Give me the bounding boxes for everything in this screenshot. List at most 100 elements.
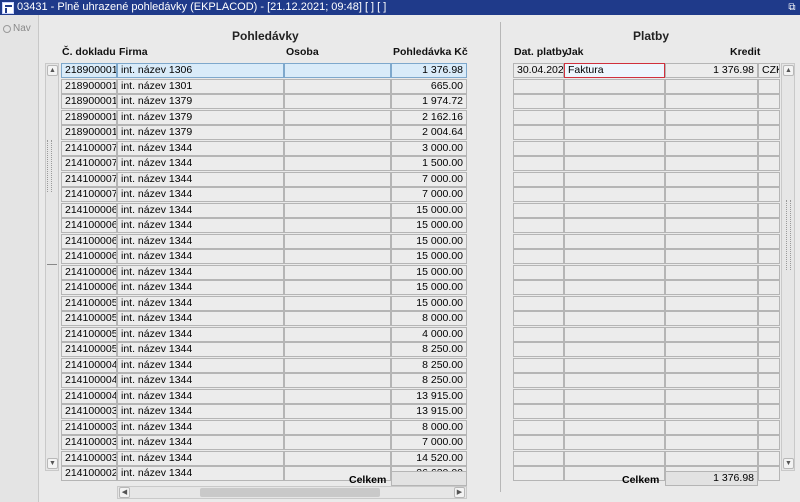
col-header-amount[interactable]: Pohledávka Kč xyxy=(393,46,468,58)
scroll-thumb[interactable] xyxy=(47,264,57,265)
amount-cell[interactable]: 3 000.00 xyxy=(391,140,467,156)
payment-method-cell[interactable] xyxy=(564,404,665,419)
currency-cell[interactable] xyxy=(758,187,780,202)
currency-cell[interactable]: CZK xyxy=(758,63,780,78)
doc-cell[interactable]: 2141000053 xyxy=(61,342,117,357)
credit-cell[interactable] xyxy=(665,404,758,419)
payment-method-cell[interactable] xyxy=(564,311,665,326)
payment-date-cell[interactable] xyxy=(513,388,564,404)
doc-cell[interactable]: 2189000012 xyxy=(61,109,117,125)
person-cell[interactable] xyxy=(284,202,391,218)
amount-cell[interactable]: 8 000.00 xyxy=(391,311,467,326)
currency-cell[interactable] xyxy=(758,171,780,187)
doc-cell[interactable]: 2141000028 xyxy=(61,466,117,481)
person-cell[interactable] xyxy=(284,264,391,280)
credit-cell[interactable] xyxy=(665,109,758,125)
person-cell[interactable] xyxy=(284,63,391,78)
payment-method-cell[interactable] xyxy=(564,156,665,171)
firm-cell[interactable]: int. název 1344 xyxy=(117,373,284,388)
col-header-date[interactable]: Dat. platby xyxy=(514,46,568,58)
person-cell[interactable] xyxy=(284,156,391,171)
doc-cell[interactable]: 2141000060 xyxy=(61,280,117,295)
payment-date-cell[interactable] xyxy=(513,264,564,280)
person-cell[interactable] xyxy=(284,249,391,264)
splitter-grip-icon[interactable] xyxy=(786,200,791,270)
amount-cell[interactable]: 2 162.16 xyxy=(391,109,467,125)
currency-cell[interactable] xyxy=(758,326,780,342)
firm-cell[interactable]: int. název 1379 xyxy=(117,125,284,140)
credit-cell[interactable] xyxy=(665,249,758,264)
doc-cell[interactable]: 2141000078 xyxy=(61,140,117,156)
credit-cell[interactable] xyxy=(665,388,758,404)
person-cell[interactable] xyxy=(284,326,391,342)
credit-cell[interactable] xyxy=(665,357,758,373)
payment-date-cell[interactable] xyxy=(513,125,564,140)
currency-cell[interactable] xyxy=(758,280,780,295)
payment-method-cell[interactable] xyxy=(564,326,665,342)
amount-cell[interactable]: 14 520.00 xyxy=(391,450,467,466)
person-cell[interactable] xyxy=(284,373,391,388)
doc-cell[interactable]: 2189000019 xyxy=(61,63,117,78)
payment-method-cell[interactable] xyxy=(564,78,665,94)
amount-cell[interactable]: 2 004.64 xyxy=(391,125,467,140)
doc-cell[interactable]: 2141000061 xyxy=(61,264,117,280)
doc-cell[interactable]: 2141000033 xyxy=(61,435,117,450)
scroll-left-icon[interactable]: ◀ xyxy=(119,487,130,498)
amount-cell[interactable]: 4 000.00 xyxy=(391,326,467,342)
amount-cell[interactable]: 15 000.00 xyxy=(391,202,467,218)
amount-cell[interactable]: 15 000.00 xyxy=(391,233,467,249)
amount-cell[interactable]: 13 915.00 xyxy=(391,404,467,419)
doc-cell[interactable]: 2141000062 xyxy=(61,249,117,264)
payment-method-cell[interactable] xyxy=(564,171,665,187)
doc-cell[interactable]: 2141000036 xyxy=(61,404,117,419)
firm-cell[interactable]: int. název 1344 xyxy=(117,435,284,450)
col-header-credit[interactable]: Kredit xyxy=(730,46,760,58)
credit-cell[interactable] xyxy=(665,94,758,109)
payment-method-cell[interactable] xyxy=(564,419,665,435)
doc-cell[interactable]: 2141000055 xyxy=(61,311,117,326)
firm-cell[interactable]: int. název 1344 xyxy=(117,419,284,435)
person-cell[interactable] xyxy=(284,388,391,404)
firm-cell[interactable]: int. název 1344 xyxy=(117,249,284,264)
payment-method-cell[interactable] xyxy=(564,249,665,264)
payment-method-cell[interactable] xyxy=(564,373,665,388)
firm-cell[interactable]: int. název 1344 xyxy=(117,171,284,187)
payment-date-cell[interactable] xyxy=(513,233,564,249)
currency-cell[interactable] xyxy=(758,78,780,94)
amount-cell[interactable]: 1 500.00 xyxy=(391,156,467,171)
credit-cell[interactable] xyxy=(665,233,758,249)
currency-cell[interactable] xyxy=(758,373,780,388)
payment-method-cell[interactable] xyxy=(564,125,665,140)
credit-cell[interactable] xyxy=(665,218,758,233)
splitter-grip-icon[interactable] xyxy=(47,140,52,192)
doc-cell[interactable]: 2141000059 xyxy=(61,295,117,311)
payment-date-cell[interactable] xyxy=(513,357,564,373)
amount-cell[interactable]: 8 250.00 xyxy=(391,342,467,357)
amount-cell[interactable]: 15 000.00 xyxy=(391,249,467,264)
person-cell[interactable] xyxy=(284,94,391,109)
firm-cell[interactable]: int. název 1344 xyxy=(117,187,284,202)
payment-method-cell[interactable] xyxy=(564,94,665,109)
person-cell[interactable] xyxy=(284,187,391,202)
payment-method-cell[interactable] xyxy=(564,450,665,466)
payment-date-cell[interactable] xyxy=(513,404,564,419)
firm-cell[interactable]: int. název 1379 xyxy=(117,109,284,125)
currency-cell[interactable] xyxy=(758,249,780,264)
firm-cell[interactable]: int. název 1344 xyxy=(117,326,284,342)
payment-date-cell[interactable] xyxy=(513,466,564,481)
person-cell[interactable] xyxy=(284,233,391,249)
doc-cell[interactable]: 2141000034 xyxy=(61,419,117,435)
payment-method-cell[interactable] xyxy=(564,295,665,311)
firm-cell[interactable]: int. název 1301 xyxy=(117,78,284,94)
firm-cell[interactable]: int. název 1344 xyxy=(117,202,284,218)
firm-cell[interactable]: int. název 1344 xyxy=(117,264,284,280)
col-header-doc[interactable]: Č. dokladu xyxy=(62,46,116,58)
firm-cell[interactable]: int. název 1344 xyxy=(117,140,284,156)
doc-cell[interactable]: 2141000071 xyxy=(61,187,117,202)
currency-cell[interactable] xyxy=(758,311,780,326)
payment-date-cell[interactable] xyxy=(513,171,564,187)
doc-cell[interactable]: 2141000072 xyxy=(61,171,117,187)
scroll-up-icon[interactable]: ▲ xyxy=(783,65,794,76)
amount-cell[interactable]: 15 000.00 xyxy=(391,264,467,280)
payment-method-cell[interactable] xyxy=(564,187,665,202)
